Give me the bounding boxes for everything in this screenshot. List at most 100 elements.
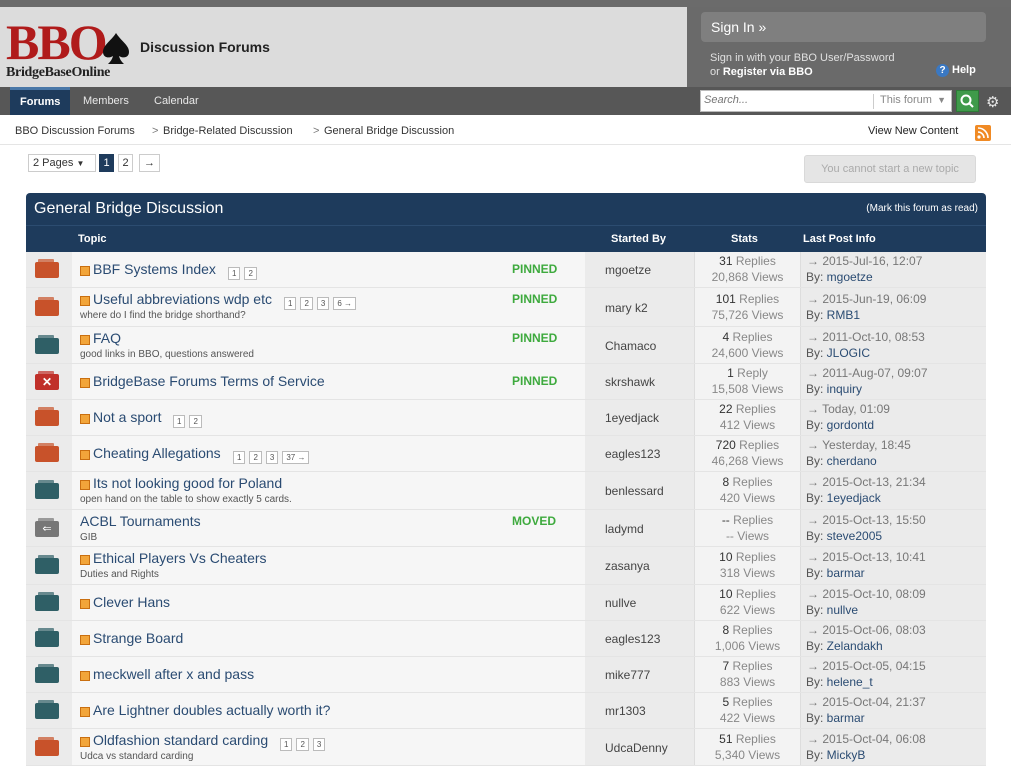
topic-preview-icon[interactable]: [80, 599, 90, 609]
last-post-date-link[interactable]: → 2015-Jul-16, 12:07: [807, 254, 922, 268]
tab-members[interactable]: Members: [73, 87, 139, 115]
topic-page-link[interactable]: 2: [296, 738, 309, 751]
last-post-author-link[interactable]: inquiry: [827, 382, 862, 396]
starter-name-link[interactable]: mike777: [605, 668, 650, 682]
topic-row[interactable]: Its not looking good for Poland open hand…: [26, 472, 986, 510]
last-post-date-link[interactable]: → 2015-Oct-04, 21:37: [807, 695, 926, 709]
breadcrumb-item-general[interactable]: General Bridge Discussion: [324, 125, 454, 137]
breadcrumb-item-bridge-related[interactable]: Bridge-Related Discussion: [163, 125, 293, 137]
page-2[interactable]: 2: [118, 154, 133, 172]
last-post-date-link[interactable]: → 2015-Oct-06, 08:03: [807, 623, 926, 637]
topic-row[interactable]: Clever Hans nullve 10 Replies 622 Views → 20…: [26, 585, 986, 621]
last-post-date-link[interactable]: → 2011-Oct-10, 08:53: [807, 330, 925, 344]
topic-title-link[interactable]: Strange Board: [93, 630, 183, 646]
page-1[interactable]: 1: [99, 154, 114, 172]
topic-preview-icon[interactable]: [80, 378, 90, 388]
topic-title-link[interactable]: meckwell after x and pass: [93, 666, 254, 682]
topic-row[interactable]: BBF Systems Index 1 2 PINNED mgoetze 31 Repli…: [26, 252, 986, 288]
help-link[interactable]: ? Help: [936, 64, 976, 77]
last-post-date-link[interactable]: → Today, 01:09: [807, 402, 890, 416]
topic-title-link[interactable]: Not a sport: [93, 409, 161, 425]
topic-title-link[interactable]: Its not looking good for Poland: [93, 475, 282, 491]
last-post-author-link[interactable]: steve2005: [827, 529, 882, 543]
view-new-content-link[interactable]: View New Content: [868, 125, 958, 137]
last-post-date-link[interactable]: → 2015-Oct-04, 06:08: [807, 732, 926, 746]
topic-title-link[interactable]: Clever Hans: [93, 594, 170, 610]
topic-preview-icon[interactable]: [80, 671, 90, 681]
search-scope-select[interactable]: This forum ▼: [873, 94, 948, 109]
last-post-author-link[interactable]: 1eyedjack: [827, 491, 881, 505]
starter-name-link[interactable]: mary k2: [605, 301, 648, 315]
topic-row[interactable]: meckwell after x and pass mike777 7 Replie…: [26, 657, 986, 693]
last-post-author-link[interactable]: barmar: [827, 566, 865, 580]
topic-preview-icon[interactable]: [80, 296, 90, 306]
next-page-button[interactable]: →: [139, 154, 160, 172]
register-link[interactable]: Register via BBO: [723, 66, 813, 78]
starter-name-link[interactable]: 1eyedjack: [605, 411, 659, 425]
starter-name-link[interactable]: Chamaco: [605, 339, 656, 353]
search-button[interactable]: [956, 90, 979, 112]
column-header-last-post[interactable]: Last Post Info: [803, 233, 876, 245]
topic-title-link[interactable]: FAQ: [93, 330, 121, 346]
last-post-author-link[interactable]: helene_t: [827, 675, 873, 689]
tab-calendar[interactable]: Calendar: [144, 87, 209, 115]
topic-title-link[interactable]: Cheating Allegations: [93, 445, 221, 461]
starter-name-link[interactable]: zasanya: [605, 559, 650, 573]
starter-name-link[interactable]: mgoetze: [605, 263, 651, 277]
topic-page-link[interactable]: 2: [189, 415, 202, 428]
topic-preview-icon[interactable]: [80, 450, 90, 460]
topic-preview-icon[interactable]: [80, 414, 90, 424]
starter-name-link[interactable]: eagles123: [605, 447, 660, 461]
topic-preview-icon[interactable]: [80, 266, 90, 276]
topic-page-link[interactable]: 3: [312, 738, 326, 751]
column-header-stats[interactable]: Stats: [731, 233, 758, 245]
mark-forum-read-link[interactable]: (Mark this forum as read): [866, 203, 978, 214]
last-post-author-link[interactable]: nullve: [827, 603, 858, 617]
last-post-date-link[interactable]: → 2015-Oct-13, 10:41: [807, 550, 926, 564]
topic-title-link[interactable]: BridgeBase Forums Terms of Service: [93, 373, 325, 389]
topic-row[interactable]: Strange Board eagles123 8 Replies 1,006 Vie…: [26, 621, 986, 657]
topic-preview-icon[interactable]: [80, 707, 90, 717]
gear-icon[interactable]: ⚙: [986, 93, 999, 111]
topic-page-link[interactable]: 37 →: [282, 451, 310, 464]
topic-preview-icon[interactable]: [80, 335, 90, 345]
topic-title-link[interactable]: ACBL Tournaments: [80, 513, 201, 529]
last-post-author-link[interactable]: Zelandakh: [827, 639, 883, 653]
column-header-started-by[interactable]: Started By: [611, 233, 666, 245]
starter-name-link[interactable]: UdcaDenny: [605, 741, 668, 755]
search-input[interactable]: [704, 94, 864, 106]
last-post-date-link[interactable]: → Yesterday, 18:45: [807, 438, 911, 452]
starter-name-link[interactable]: ladymd: [605, 522, 644, 536]
last-post-date-link[interactable]: → 2015-Oct-13, 21:34: [807, 475, 926, 489]
topic-title-link[interactable]: Ethical Players Vs Cheaters: [93, 550, 267, 566]
tab-forums[interactable]: Forums: [10, 87, 71, 115]
topic-row[interactable]: Oldfashion standard carding 1 2 3 Udca vs st…: [26, 729, 986, 766]
starter-name-link[interactable]: skrshawk: [605, 375, 655, 389]
breadcrumb-item-forums[interactable]: BBO Discussion Forums: [15, 125, 135, 137]
topic-page-link[interactable]: 1: [233, 451, 246, 464]
last-post-author-link[interactable]: JLOGIC: [827, 346, 870, 360]
last-post-date-link[interactable]: → 2011-Aug-07, 09:07: [807, 366, 928, 380]
topic-row[interactable]: ✕ BridgeBase Forums Terms of Service PINNE…: [26, 364, 986, 400]
starter-name-link[interactable]: mr1303: [605, 704, 646, 718]
topic-row[interactable]: FAQ PINNED good links in BBO, questions an…: [26, 327, 986, 364]
topic-row[interactable]: Are Lightner doubles actually worth it? m…: [26, 693, 986, 729]
bbo-logo[interactable]: BBO BridgeBaseOnline: [5, 15, 133, 91]
last-post-date-link[interactable]: → 2015-Jun-19, 06:09: [807, 292, 926, 306]
last-post-date-link[interactable]: → 2015-Oct-13, 15:50: [807, 513, 926, 527]
topic-page-link[interactable]: 3: [265, 451, 279, 464]
topic-row[interactable]: ⇐ ACBL Tournaments MOVED GIB ladymd -- Replie…: [26, 510, 986, 547]
starter-name-link[interactable]: nullve: [605, 596, 636, 610]
column-header-topic[interactable]: Topic: [78, 233, 107, 245]
topic-row[interactable]: Useful abbreviations wdp etc 1 2 3 6 → PINNED…: [26, 288, 986, 327]
topic-page-link[interactable]: 6 →: [333, 297, 357, 310]
topic-preview-icon[interactable]: [80, 555, 90, 565]
pages-dropdown[interactable]: 2 Pages ▼: [28, 154, 96, 172]
last-post-date-link[interactable]: → 2015-Oct-10, 08:09: [807, 587, 926, 601]
topic-page-link[interactable]: 2: [249, 451, 262, 464]
topic-page-link[interactable]: 1: [280, 738, 293, 751]
last-post-author-link[interactable]: mgoetze: [827, 270, 873, 284]
sign-in-button[interactable]: Sign In »: [701, 12, 986, 42]
last-post-author-link[interactable]: barmar: [827, 711, 865, 725]
topic-page-link[interactable]: 2: [244, 267, 257, 280]
